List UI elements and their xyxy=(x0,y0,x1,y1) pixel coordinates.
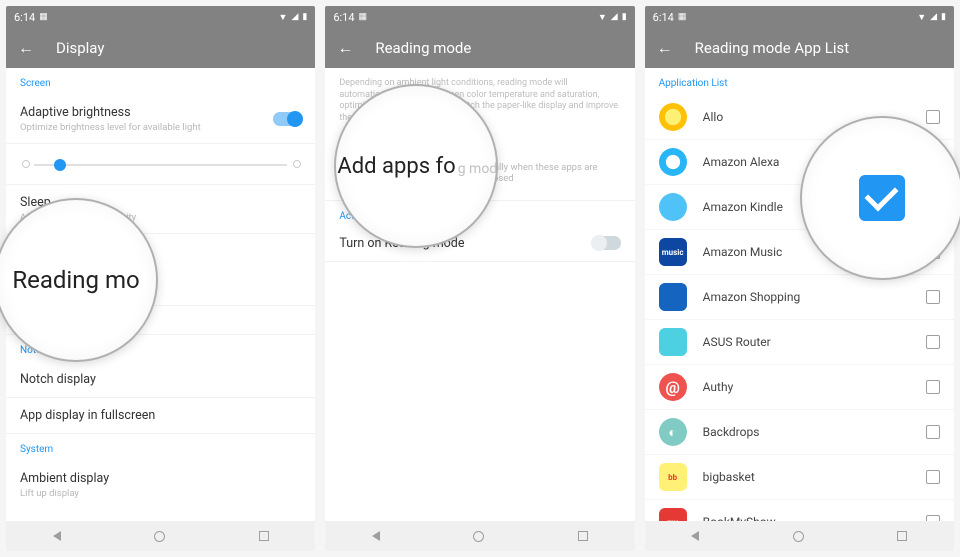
row-sub: Lift up display xyxy=(20,488,301,499)
row-title: Notch display xyxy=(20,372,301,387)
status-bar: 6:14 ▦ ▼ ◢ ▮ xyxy=(6,6,315,28)
nav-home-icon[interactable] xyxy=(154,531,165,542)
app-checkbox[interactable] xyxy=(926,425,940,439)
magnifier-add-apps: Add apps fog mode xyxy=(334,84,498,248)
app-bar-title: Reading mode xyxy=(375,39,471,57)
app-icon xyxy=(659,283,687,311)
app-row[interactable]: ASUS Router xyxy=(645,320,954,365)
app-name: ASUS Router xyxy=(703,335,926,349)
toggle-adaptive[interactable] xyxy=(273,112,301,126)
signal-icon: ◢ xyxy=(611,12,618,22)
row-adaptive-brightness[interactable]: Adaptive brightness Optimize brightness … xyxy=(6,95,315,144)
battery-icon: ▮ xyxy=(302,12,307,22)
nav-recent-icon[interactable] xyxy=(578,531,588,541)
notification-icon: ▦ xyxy=(678,12,687,22)
app-icon: my xyxy=(659,508,687,521)
nav-back-icon[interactable] xyxy=(372,531,380,541)
magnifier-reading-mode: Reading mo xyxy=(0,198,158,362)
app-icon: music xyxy=(659,238,687,266)
magnifier-text: Reading mo xyxy=(12,266,139,294)
row-notch-display[interactable]: Notch display xyxy=(6,362,315,398)
app-icon xyxy=(659,328,687,356)
row-ambient[interactable]: Ambient display Lift up display xyxy=(6,461,315,509)
app-row[interactable]: @ Authy xyxy=(645,365,954,410)
app-icon: bb xyxy=(659,463,687,491)
status-bar: 6:14 ▦ ▼ ◢ ▮ xyxy=(325,6,634,28)
app-icon: @ xyxy=(659,373,687,401)
app-name: bigbasket xyxy=(703,470,926,484)
row-sub: Optimize brightness level for available … xyxy=(20,122,301,133)
row-fullscreen[interactable]: App display in fullscreen xyxy=(6,398,315,434)
app-row[interactable]: bb bigbasket xyxy=(645,455,954,500)
status-bar: 6:14 ▦ ▼ ◢ ▮ xyxy=(645,6,954,28)
brightness-low-icon xyxy=(22,160,30,168)
section-app-list: Application List xyxy=(645,68,954,95)
nav-bar xyxy=(6,521,315,551)
signal-icon: ◢ xyxy=(291,12,298,22)
app-bar: ← Reading mode App List xyxy=(645,28,954,68)
app-checkbox[interactable] xyxy=(926,470,940,484)
app-icon xyxy=(659,103,687,131)
back-icon[interactable]: ← xyxy=(657,38,677,58)
row-title: App display in fullscreen xyxy=(20,408,301,423)
status-time: 6:14 xyxy=(14,11,35,24)
app-bar: ← Reading mode xyxy=(325,28,634,68)
magnifier-text: Add apps fog mode xyxy=(334,154,498,179)
app-icon xyxy=(659,148,687,176)
status-time: 6:14 xyxy=(653,11,674,24)
status-time: 6:14 xyxy=(333,11,354,24)
app-name: Backdrops xyxy=(703,425,926,439)
row-title: Ambient display xyxy=(20,471,301,486)
nav-home-icon[interactable] xyxy=(793,531,804,542)
brightness-slider[interactable] xyxy=(6,144,315,185)
notification-icon: ▦ xyxy=(359,12,368,22)
nav-recent-icon[interactable] xyxy=(897,531,907,541)
app-name: Amazon Shopping xyxy=(703,290,926,304)
app-icon xyxy=(659,193,687,221)
toggle-reading-mode[interactable] xyxy=(593,236,621,250)
signal-icon: ◢ xyxy=(930,12,937,22)
phone-app-list: 6:14 ▦ ▼ ◢ ▮ ← Reading mode App List App… xyxy=(645,6,954,551)
nav-bar xyxy=(325,521,634,551)
section-system: System xyxy=(6,434,315,461)
app-row[interactable]: Amazon Shopping xyxy=(645,275,954,320)
wifi-icon: ▼ xyxy=(598,12,607,23)
nav-home-icon[interactable] xyxy=(473,531,484,542)
nav-bar xyxy=(645,521,954,551)
app-bar-title: Reading mode App List xyxy=(695,39,849,57)
app-name: Authy xyxy=(703,380,926,394)
battery-icon: ▮ xyxy=(941,12,946,22)
nav-back-icon[interactable] xyxy=(53,531,61,541)
slider-thumb[interactable] xyxy=(54,159,66,171)
app-icon: ◐ xyxy=(659,418,687,446)
brightness-high-icon xyxy=(293,160,301,168)
app-bar-title: Display xyxy=(56,39,104,57)
app-row[interactable]: myBookMyShow xyxy=(645,500,954,521)
wifi-icon: ▼ xyxy=(917,12,926,23)
back-icon[interactable]: ← xyxy=(337,38,357,58)
nav-recent-icon[interactable] xyxy=(259,531,269,541)
app-row[interactable]: ◐ Backdrops xyxy=(645,410,954,455)
app-bar: ← Display xyxy=(6,28,315,68)
nav-back-icon[interactable] xyxy=(691,531,699,541)
battery-icon: ▮ xyxy=(622,12,627,22)
app-checkbox[interactable] xyxy=(926,290,940,304)
back-icon[interactable]: ← xyxy=(18,38,38,58)
checkbox-checked-icon xyxy=(859,175,905,221)
app-checkbox[interactable] xyxy=(926,380,940,394)
phone-reading-mode: 6:14 ▦ ▼ ◢ ▮ ← Reading mode Depending on… xyxy=(325,6,634,551)
wifi-icon: ▼ xyxy=(279,12,288,23)
section-screen: Screen xyxy=(6,68,315,95)
magnifier-checkbox xyxy=(800,116,960,280)
app-checkbox[interactable] xyxy=(926,335,940,349)
row-title: Adaptive brightness xyxy=(20,105,301,120)
notification-icon: ▦ xyxy=(39,12,48,22)
app-checkbox[interactable] xyxy=(926,110,940,124)
